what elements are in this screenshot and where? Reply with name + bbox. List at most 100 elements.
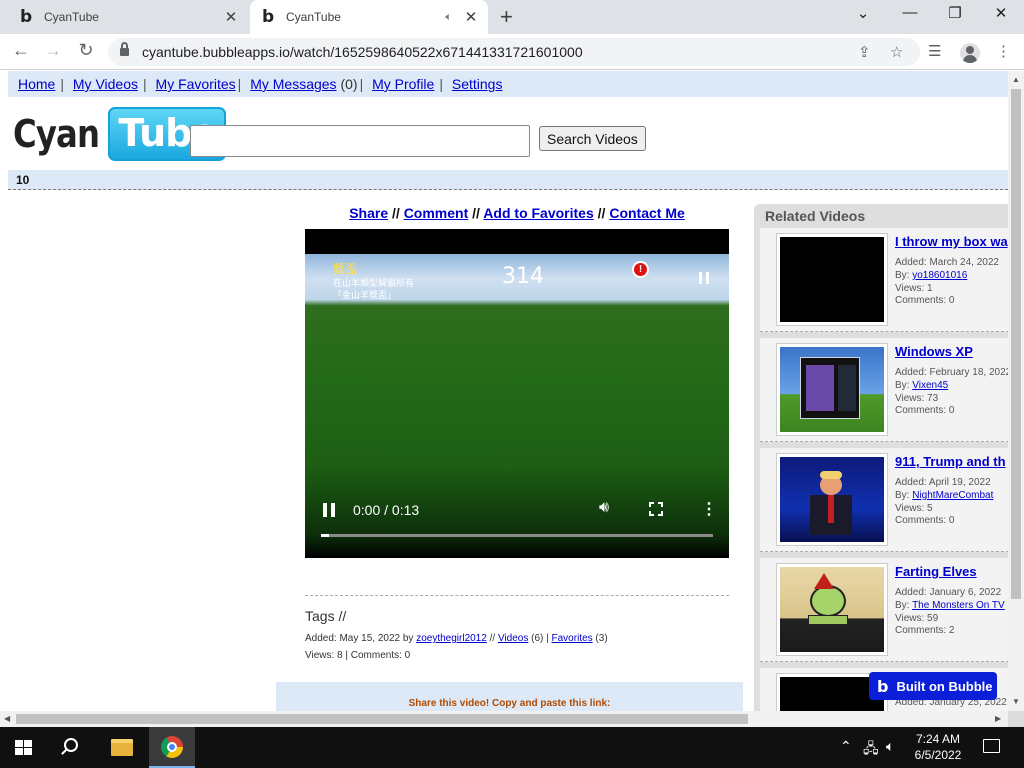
related-title-link[interactable]: Windows XP [895, 344, 973, 359]
tab-title: CyanTube [44, 10, 99, 24]
pause-icon[interactable] [323, 503, 335, 517]
window-close-icon[interactable]: ✕ [991, 4, 1011, 22]
related-title-link[interactable]: 911, Trump and th [895, 454, 1006, 469]
share-link[interactable]: Share [349, 205, 388, 221]
built-on-bubble-badge[interactable]: b Built on Bubble [869, 672, 997, 700]
logo-cyan-text: Cyan [13, 112, 100, 156]
reading-list-icon[interactable]: ☰ [928, 42, 941, 60]
taskbar-clock[interactable]: 7:24 AM 6/5/2022 [906, 731, 970, 763]
scroll-down-icon[interactable]: ▼ [1012, 697, 1020, 706]
game-pause-icon [699, 272, 709, 284]
related-thumbnail[interactable] [776, 233, 888, 326]
horizontal-scrollbar[interactable]: ◀ ▶ [0, 711, 1008, 727]
related-item: I throw my box wa Added: March 24, 2022 … [760, 228, 1008, 332]
player-time: 0:00 / 0:13 [353, 502, 420, 518]
browser-menu-icon[interactable]: ⋮ [996, 42, 1011, 60]
count-strip: 10 [8, 170, 1008, 190]
horizontal-scroll-thumb[interactable] [16, 714, 748, 724]
forward-arrow-icon[interactable]: → [42, 40, 64, 61]
speaker-icon[interactable]: 🔈︎ [886, 738, 894, 755]
uploader-link[interactable]: zoeythegirl2012 [416, 633, 487, 644]
vertical-scrollbar[interactable]: ▲ ▼ [1008, 71, 1024, 711]
windows-taskbar: ⌃ 🖧︎ 🔈︎ 7:24 AM 6/5/2022 [0, 727, 1024, 768]
scroll-left-icon[interactable]: ◀ [4, 714, 10, 723]
bubble-logo-icon: b [877, 676, 889, 696]
related-thumbnail[interactable] [776, 453, 888, 546]
share-prompt: Share this video! Copy and paste this li… [408, 698, 611, 709]
hud-title: 獎盃 [333, 262, 358, 276]
tray-chevron-icon[interactable]: ⌃ [840, 738, 852, 755]
related-author-link[interactable]: The Monsters On TV [912, 600, 1005, 611]
related-title-link[interactable]: I throw my box wa [895, 234, 1008, 249]
views-comments: Views: 8 | Comments: 0 [305, 650, 411, 661]
reload-icon[interactable]: ↻ [75, 40, 97, 61]
related-videos-title: Related Videos [765, 208, 866, 224]
tab-close-icon[interactable]: ✕ [224, 8, 238, 26]
player-options-icon[interactable]: ⋮ [701, 499, 717, 519]
new-tab-icon[interactable]: + [500, 4, 513, 30]
search-videos-button[interactable]: Search Videos [539, 126, 646, 151]
hud-text: 在山羊類型解鎖所有 「金山羊獎盃」 [333, 279, 415, 301]
related-title-link[interactable]: Farting Elves [895, 564, 977, 579]
video-actions: Share // Comment // Add to Favorites // … [349, 205, 685, 221]
tab-cyantube-1[interactable]: b CyanTube ✕ [8, 0, 248, 34]
tab-search-chevron-icon[interactable]: ⌄ [853, 4, 873, 22]
vertical-scroll-thumb[interactable] [1011, 89, 1021, 599]
tab-audio-icon[interactable]: 🔈︎ [445, 11, 452, 24]
windows-start-icon[interactable] [15, 740, 32, 756]
restore-icon[interactable]: ❐ [945, 4, 965, 22]
scroll-up-icon[interactable]: ▲ [1012, 75, 1020, 84]
search-input[interactable] [190, 125, 530, 157]
add-to-favorites-link[interactable]: Add to Favorites [483, 205, 593, 221]
taskbar-search-icon[interactable] [64, 738, 78, 752]
comment-link[interactable]: Comment [404, 205, 469, 221]
hud-score: 314 [502, 264, 544, 289]
related-item: Windows XP Added: February 18, 2022 By: … [760, 338, 1008, 442]
related-videos-panel: Related Videos I throw my box wa Added: … [754, 204, 1008, 711]
nav-my-favorites-link[interactable]: My Favorites [156, 76, 236, 92]
back-arrow-icon[interactable]: ← [10, 40, 32, 61]
uploader-favorites-link[interactable]: Favorites [552, 633, 593, 644]
file-explorer-icon[interactable] [111, 739, 133, 756]
address-bar[interactable]: cyantube.bubbleapps.io/watch/16525986405… [108, 38, 920, 66]
browser-toolbar: ← → ↻ cyantube.bubbleapps.io/watch/16525… [0, 34, 1024, 70]
related-author-link[interactable]: yo18601016 [912, 270, 967, 281]
video-meta: Added: May 15, 2022 by zoeythegirl2012 /… [305, 633, 608, 644]
nav-my-videos-link[interactable]: My Videos [73, 76, 138, 92]
volume-icon[interactable]: 🔊︎ [599, 499, 609, 517]
notification-icon[interactable] [983, 739, 1000, 753]
share-page-icon[interactable]: ⇪ [858, 43, 871, 61]
minimize-icon[interactable]: — [900, 4, 920, 21]
bookmark-star-icon[interactable]: ☆ [890, 43, 903, 61]
nav-my-messages-link[interactable]: My Messages [250, 76, 336, 92]
tab-close-icon[interactable]: ✕ [464, 8, 478, 26]
video-player[interactable]: 獎盃 在山羊類型解鎖所有 「金山羊獎盃」 314 ! 0:00 / 0:13 🔊… [305, 229, 729, 558]
tab-title: CyanTube [286, 10, 341, 24]
nav-home-link[interactable]: Home [18, 76, 55, 92]
bubble-favicon-icon: b [262, 7, 275, 27]
network-icon[interactable]: 🖧︎ [863, 738, 879, 762]
seek-bar-fill [321, 534, 329, 537]
site-nav: Home | My Videos | My Favorites | My Messag… [8, 71, 1008, 97]
uploader-videos-link[interactable]: Videos [498, 633, 528, 644]
page-viewport: Home | My Videos | My Favorites | My Messag… [0, 71, 1008, 711]
nav-settings-link[interactable]: Settings [452, 76, 503, 92]
scroll-right-icon[interactable]: ▶ [995, 714, 1001, 723]
url-text: cyantube.bubbleapps.io/watch/16525986405… [142, 44, 583, 60]
tab-cyantube-2-active[interactable]: b CyanTube 🔈︎ ✕ [250, 0, 488, 34]
fullscreen-icon[interactable] [649, 502, 663, 516]
related-author-link[interactable]: NightMareCombat [912, 490, 993, 501]
messages-count: (0) [340, 76, 358, 92]
lock-icon [120, 42, 129, 56]
related-author-link[interactable]: Vixen45 [912, 380, 948, 391]
related-thumbnail[interactable] [776, 563, 888, 656]
chrome-taskbar-button[interactable] [149, 727, 195, 768]
tab-strip: b CyanTube ✕ b CyanTube 🔈︎ ✕ + ⌄ — ❐ ✕ [0, 0, 1024, 34]
nav-my-profile-link[interactable]: My Profile [372, 76, 434, 92]
alert-icon: ! [632, 261, 649, 278]
related-thumbnail[interactable] [776, 343, 888, 436]
divider [305, 595, 729, 596]
contact-me-link[interactable]: Contact Me [609, 205, 684, 221]
profile-avatar-icon[interactable] [960, 43, 980, 63]
seek-bar[interactable] [321, 534, 713, 537]
